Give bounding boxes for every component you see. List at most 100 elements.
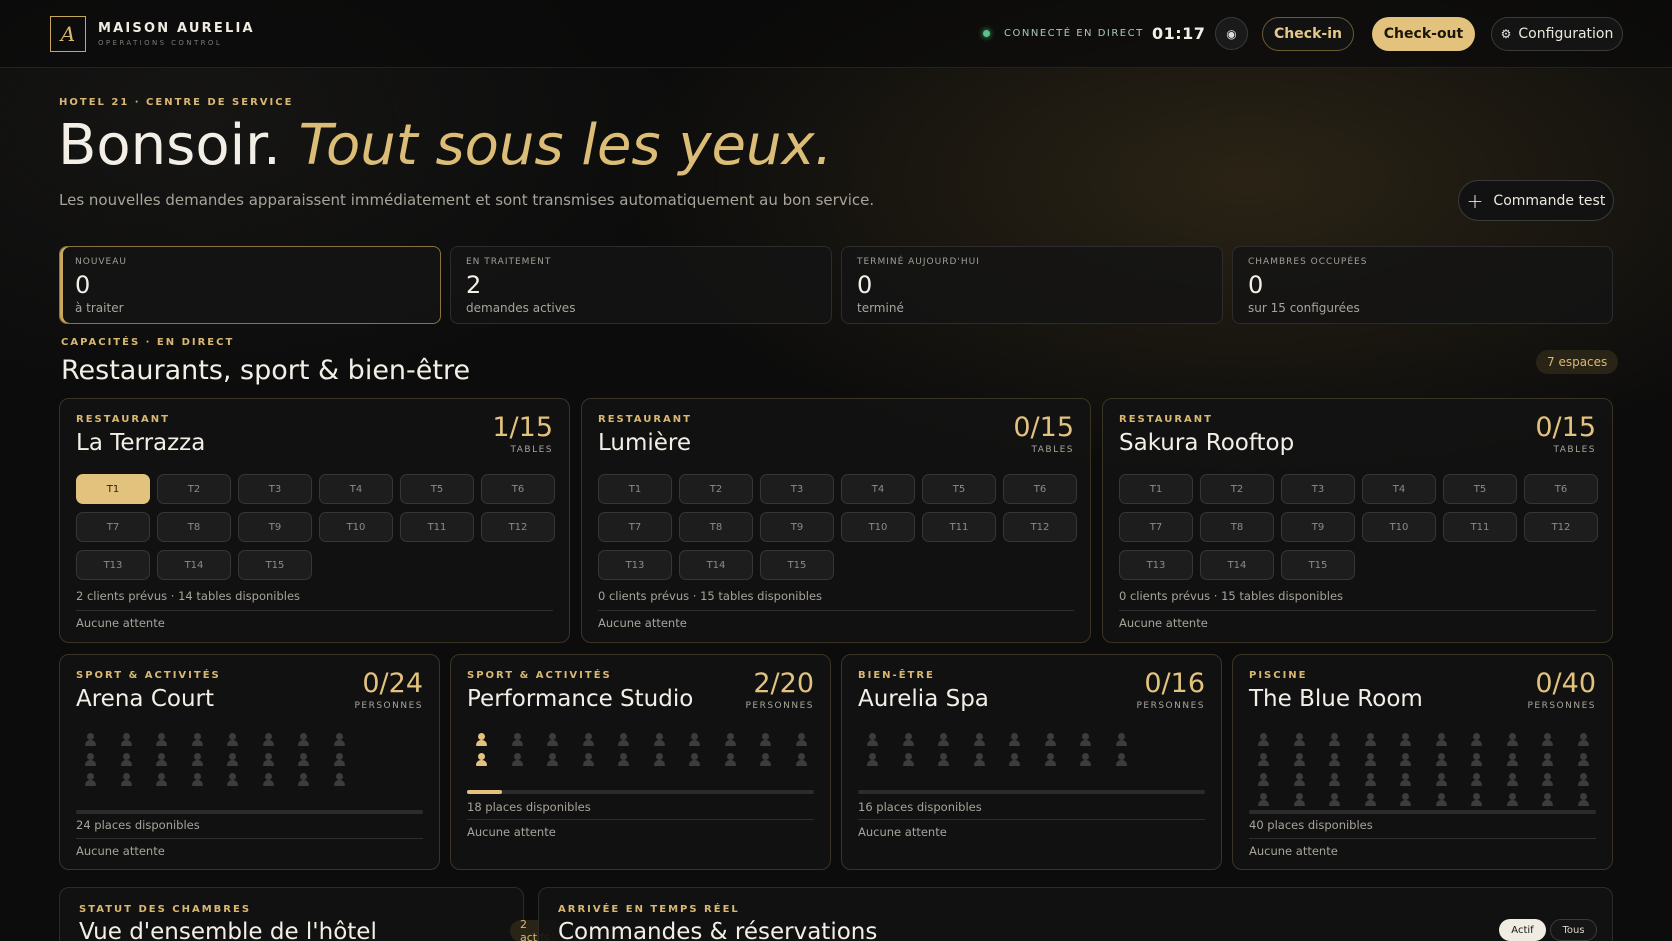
capacity-bar: [858, 790, 1205, 794]
person-slot-icon: [785, 752, 821, 768]
table-t6[interactable]: T6: [1524, 474, 1598, 504]
table-t13[interactable]: T13: [598, 550, 672, 580]
table-t3[interactable]: T3: [760, 474, 834, 504]
table-t11[interactable]: T11: [922, 512, 996, 542]
table-t15[interactable]: T15: [238, 550, 312, 580]
test-order-label: Commande test: [1493, 192, 1606, 209]
venue-capacity-unit: PERSONNES: [354, 701, 423, 711]
table-t1[interactable]: T1: [1119, 474, 1193, 504]
table-t8[interactable]: T8: [157, 512, 231, 542]
table-t9[interactable]: T9: [238, 512, 312, 542]
venue-capacity-unit: TABLES: [1553, 445, 1596, 455]
theme-toggle-button[interactable]: ◉: [1215, 17, 1248, 50]
person-slot-icon: [1069, 752, 1105, 768]
venue-name: Arena Court: [76, 686, 214, 712]
table-t5[interactable]: T5: [1443, 474, 1517, 504]
table-t11[interactable]: T11: [400, 512, 474, 542]
venue-name: Sakura Rooftop: [1119, 430, 1295, 456]
person-slot-icon: [1069, 732, 1105, 748]
table-t5[interactable]: T5: [922, 474, 996, 504]
table-t8[interactable]: T8: [1200, 512, 1274, 542]
table-t8[interactable]: T8: [679, 512, 753, 542]
table-t10[interactable]: T10: [1362, 512, 1436, 542]
venue-capacity-unit: PERSONNES: [1527, 701, 1596, 711]
table-t5[interactable]: T5: [400, 474, 474, 504]
gear-icon: ⚙: [1500, 27, 1512, 41]
table-t2[interactable]: T2: [157, 474, 231, 504]
venue-card-aurelia-spa[interactable]: BIEN-ÊTRE Aurelia Spa 0/16 PERSONNES 16 …: [841, 654, 1222, 870]
table-t9[interactable]: T9: [1281, 512, 1355, 542]
filter-all-tab[interactable]: Tous: [1550, 919, 1597, 941]
person-slot-icon: [1460, 752, 1496, 768]
table-t13[interactable]: T13: [1119, 550, 1193, 580]
check-out-button[interactable]: Check-out: [1372, 17, 1475, 51]
person-slot-icon: [1567, 732, 1603, 748]
table-t4[interactable]: T4: [319, 474, 393, 504]
table-t6[interactable]: T6: [481, 474, 555, 504]
table-t12[interactable]: T12: [1524, 512, 1598, 542]
table-t2[interactable]: T2: [679, 474, 753, 504]
spaces-count-badge: 7 espaces: [1536, 350, 1619, 374]
table-grid: T1 T2 T3 T4 T5 T6 T7 T8 T9 T10 T11 T12 T13 T14 T15: [598, 474, 1078, 580]
venue-type: SPORT & ACTIVITÉS: [76, 670, 221, 681]
table-t13[interactable]: T13: [76, 550, 150, 580]
venue-card-sakura-rooftop[interactable]: RESTAURANT Sakura Rooftop 0/15 TABLES T1…: [1102, 398, 1613, 643]
table-t2[interactable]: T2: [1200, 474, 1274, 504]
table-t14[interactable]: T14: [157, 550, 231, 580]
divider: [598, 610, 1074, 611]
person-slot-icon: [252, 772, 288, 788]
filter-active-tab[interactable]: Actif: [1499, 919, 1546, 941]
check-in-button[interactable]: Check-in: [1262, 17, 1354, 51]
table-t15[interactable]: T15: [1281, 550, 1355, 580]
venue-capacity: 0/15: [1535, 412, 1596, 443]
person-slot-icon: [1318, 752, 1354, 768]
venue-card-the-blue-room[interactable]: PISCINE The Blue Room 0/40 PERSONNES 40 …: [1232, 654, 1613, 870]
table-t14[interactable]: T14: [679, 550, 753, 580]
test-order-button[interactable]: + Commande test: [1458, 180, 1614, 221]
person-slot-icon: [74, 752, 110, 768]
venue-meta: 0 clients prévus · 15 tables disponibles: [598, 589, 823, 603]
venue-card-lumiere[interactable]: RESTAURANT Lumière 0/15 TABLES T1 T2 T3 T4 T…: [581, 398, 1091, 643]
capacity-person-grid: [74, 732, 429, 788]
table-t4[interactable]: T4: [841, 474, 915, 504]
table-t7[interactable]: T7: [76, 512, 150, 542]
person-slot-icon: [572, 732, 608, 748]
stat-card-done-today[interactable]: TERMINÉ AUJOURD'HUI 0 terminé: [841, 246, 1223, 324]
table-t14[interactable]: T14: [1200, 550, 1274, 580]
venue-card-performance-studio[interactable]: SPORT & ACTIVITÉS Performance Studio 2/2…: [450, 654, 831, 870]
table-t15[interactable]: T15: [760, 550, 834, 580]
venue-card-la-terrazza[interactable]: RESTAURANT La Terrazza 1/15 TABLES T1 T2 T…: [59, 398, 570, 643]
table-t6[interactable]: T6: [1003, 474, 1077, 504]
table-t10[interactable]: T10: [319, 512, 393, 542]
rooms-panel-kicker: STATUT DES CHAMBRES: [79, 904, 252, 915]
person-slot-icon: [892, 752, 928, 768]
person-slot-icon: [216, 772, 252, 788]
table-t9[interactable]: T9: [760, 512, 834, 542]
configuration-button[interactable]: ⚙ Configuration: [1491, 17, 1623, 51]
table-t3[interactable]: T3: [1281, 474, 1355, 504]
person-slot-icon: [785, 732, 821, 748]
table-t1[interactable]: T1: [76, 474, 150, 504]
stat-card-new[interactable]: NOUVEAU 0 à traiter: [59, 246, 441, 324]
table-t1[interactable]: T1: [598, 474, 672, 504]
stat-card-processing[interactable]: EN TRAITEMENT 2 demandes actives: [450, 246, 832, 324]
table-t12[interactable]: T12: [1003, 512, 1077, 542]
stat-description: à traiter: [75, 301, 124, 315]
divider: [858, 819, 1205, 820]
table-t12[interactable]: T12: [481, 512, 555, 542]
person-slot-icon: [181, 752, 217, 768]
table-t4[interactable]: T4: [1362, 474, 1436, 504]
person-slot-icon: [1531, 772, 1567, 788]
table-t7[interactable]: T7: [598, 512, 672, 542]
brand-name: MAISON AURELIA: [98, 21, 255, 36]
person-slot-icon: [323, 772, 359, 788]
stat-card-rooms-occupied[interactable]: CHAMBRES OCCUPÉES 0 sur 15 configurées: [1232, 246, 1613, 324]
table-t7[interactable]: T7: [1119, 512, 1193, 542]
venue-card-arena-court[interactable]: SPORT & ACTIVITÉS Arena Court 0/24 PERSO…: [59, 654, 440, 870]
brand-subtitle: OPERATIONS CONTROL: [98, 39, 223, 47]
table-t11[interactable]: T11: [1443, 512, 1517, 542]
table-t10[interactable]: T10: [841, 512, 915, 542]
table-t3[interactable]: T3: [238, 474, 312, 504]
stat-description: sur 15 configurées: [1248, 301, 1360, 315]
person-slot-icon: [1389, 732, 1425, 748]
